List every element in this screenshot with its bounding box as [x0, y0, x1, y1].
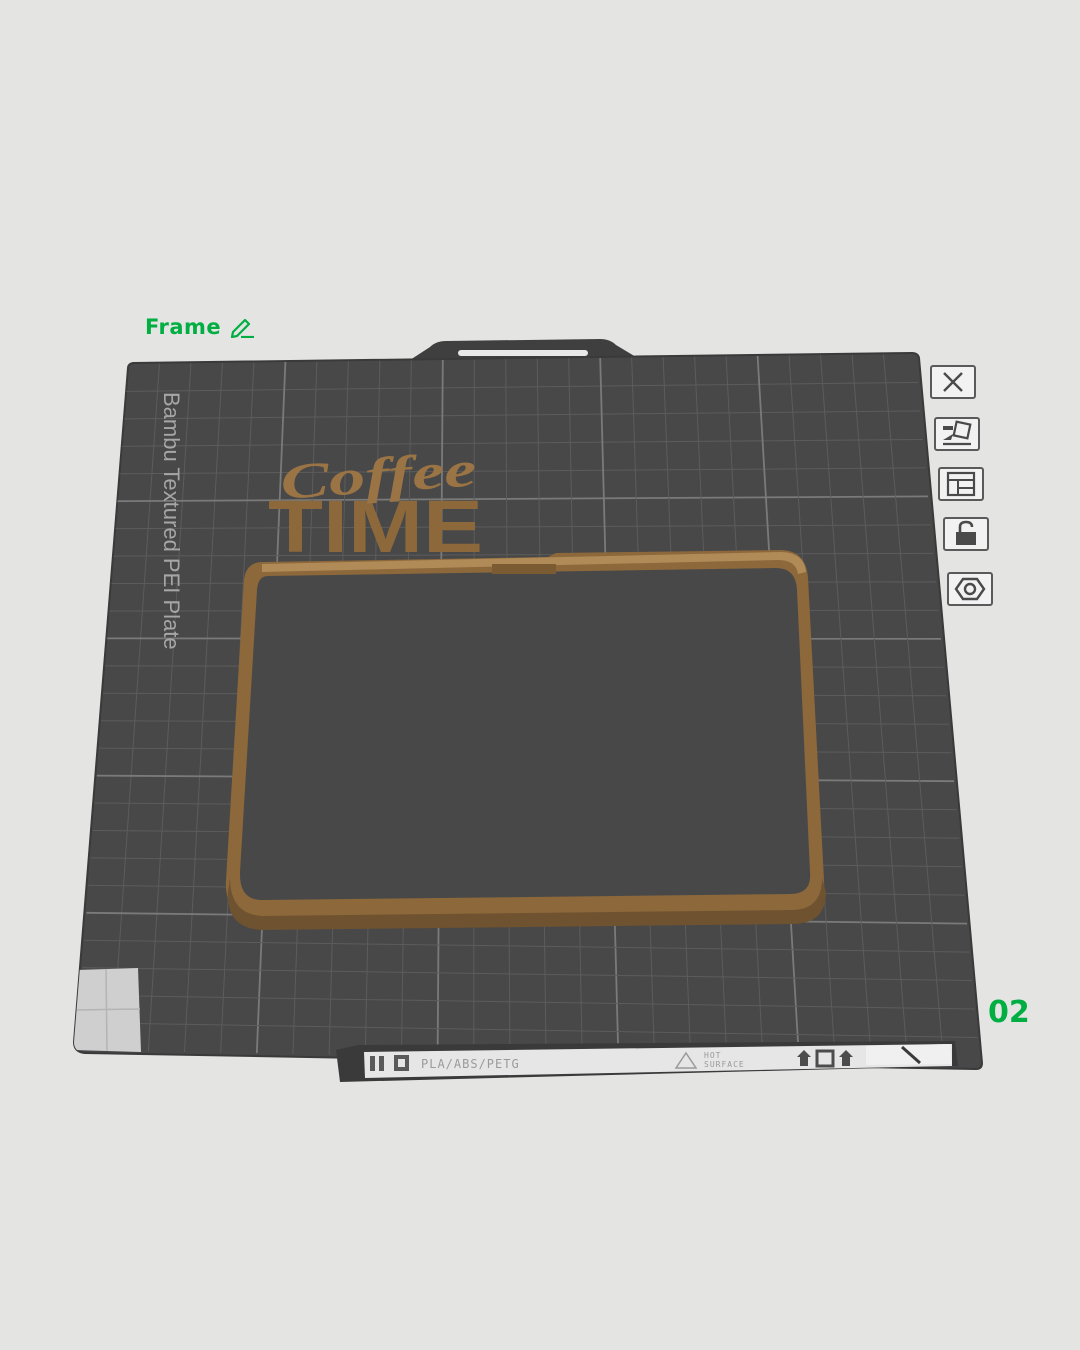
model-sign[interactable]: TIME Coffee [268, 440, 483, 568]
delete-plate-button[interactable] [930, 365, 976, 399]
plate-name-editor[interactable]: Frame [145, 312, 255, 342]
3d-viewport[interactable]: Bambu Textured PEI Plate PLA/ABS/PETG HO… [0, 0, 1080, 1350]
hot-surface-label-1: HOT [704, 1051, 721, 1060]
unlock-icon [951, 519, 981, 549]
model-frame[interactable] [225, 550, 826, 930]
lock-plate-button[interactable] [943, 517, 989, 551]
plate-index-label: 02 [988, 995, 1030, 1030]
edit-pencil-icon[interactable] [229, 316, 255, 338]
plate-name-label: Frame [145, 315, 222, 339]
arrange-button[interactable] [938, 467, 984, 501]
orient-icon [939, 420, 975, 448]
settings-icon [953, 575, 987, 603]
close-icon [939, 369, 967, 395]
plate-settings-button[interactable] [947, 572, 993, 606]
bed-type-label: Bambu Textured PEI Plate [159, 392, 184, 650]
arrange-icon [944, 470, 978, 498]
auto-orient-button[interactable] [934, 417, 980, 451]
hot-surface-label-2: SURFACE [704, 1060, 745, 1069]
build-plate[interactable]: Bambu Textured PEI Plate PLA/ABS/PETG HO… [0, 0, 1080, 1350]
filament-compat-label: PLA/ABS/PETG [421, 1057, 520, 1071]
plate-handle-slot [458, 350, 588, 356]
